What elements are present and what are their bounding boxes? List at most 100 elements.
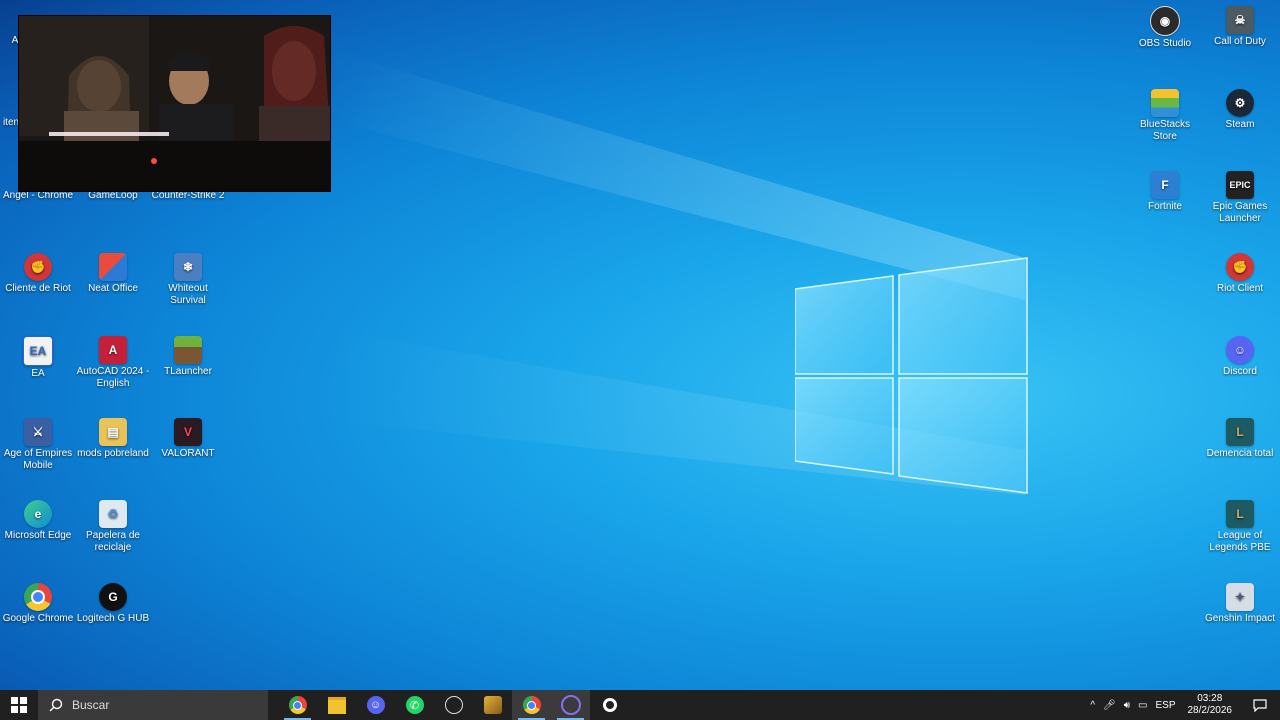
start-button[interactable]	[0, 690, 38, 720]
desktop-icon-label: Demencia total	[1206, 448, 1274, 459]
file-explorer-icon	[327, 696, 346, 714]
desktop-icon-microsoft-edge[interactable]: e Microsoft Edge	[1, 500, 75, 542]
search-placeholder: Buscar	[72, 698, 110, 712]
chrome-icon	[288, 696, 307, 714]
desktop-icon-label: Riot Client	[1216, 283, 1264, 294]
windows-icon	[11, 697, 27, 713]
desktop-icon-recycle-bin[interactable]: ♻ Papelera de reciclaje	[76, 500, 150, 554]
autocad-icon: A	[99, 336, 127, 364]
desktop-icon-label: TLauncher	[164, 366, 212, 377]
folder-icon: ▤	[99, 418, 127, 446]
chevron-up-icon[interactable]: ^	[1086, 700, 1099, 711]
desktop-icon-ea[interactable]: EA EA	[1, 336, 75, 380]
desktop-icon-age-of-empires[interactable]: ⚔ Age of Empires Mobile	[1, 418, 75, 472]
desktop-icon-genshin[interactable]: ✦ Genshin Impact	[1203, 583, 1277, 625]
desktop-icon-label: Papelera de reciclaje	[86, 530, 140, 553]
discord-icon: ☺	[1226, 336, 1254, 364]
whatsapp-icon: ✆	[405, 696, 424, 714]
taskbar-app-media[interactable]	[551, 690, 590, 720]
desktop-icon-label: Age of Empires Mobile	[3, 448, 73, 471]
desktop-icon-label: AutoCAD 2024 - English	[76, 366, 150, 389]
desktop-icon-epic-games[interactable]: EPIC Epic Games Launcher	[1203, 171, 1277, 225]
network-icon[interactable]: ▭	[1134, 700, 1151, 711]
webcam-image	[19, 16, 330, 191]
desktop-icon-league-pbe[interactable]: L League of Legends PBE	[1203, 500, 1277, 554]
desktop-icon-label: OBS Studio	[1138, 38, 1192, 49]
media-icon	[560, 695, 581, 715]
taskbar-app-file-explorer[interactable]	[317, 690, 356, 720]
desktop-icon-neat-office[interactable]: Neat Office	[76, 253, 150, 295]
desktop-icon-label: Call of Duty	[1214, 36, 1266, 47]
desktop-icon-label: Steam	[1225, 119, 1255, 130]
taskbar-search[interactable]: Buscar	[38, 690, 268, 720]
riot-icon: ✊	[24, 253, 52, 281]
desktop-icon-label: mods pobreland	[77, 448, 149, 459]
riot-icon: ✊	[1226, 253, 1254, 281]
desktop-icon-autocad[interactable]: A AutoCAD 2024 - English	[76, 336, 150, 390]
desktop-icon-label: Genshin Impact	[1204, 613, 1276, 624]
desktop-icon-logitech[interactable]: G Logitech G HUB	[76, 583, 150, 625]
windows-wallpaper-logo	[795, 257, 1028, 494]
desktop-icon-mods-pobreland[interactable]: ▤ mods pobreland	[76, 418, 150, 460]
desktop-icon-label: Fortnite	[1148, 201, 1182, 212]
steelseries-icon	[602, 698, 617, 712]
ea-icon: EA	[23, 336, 53, 366]
desktop-icon-steam[interactable]: ⚙ Steam	[1203, 89, 1277, 131]
chrome-icon	[522, 696, 541, 714]
desktop-icon-label: Logitech G HUB	[76, 613, 150, 624]
notification-center-button[interactable]	[1240, 698, 1280, 712]
taskbar-app-game[interactable]	[473, 690, 512, 720]
discord-icon: ☺	[366, 696, 385, 714]
taskbar-app-steelseries[interactable]	[590, 690, 629, 720]
bluestacks-icon	[1151, 89, 1179, 117]
desktop-icon-obs[interactable]: ◉ OBS Studio	[1128, 6, 1202, 50]
taskbar-app-discord[interactable]: ☺	[356, 690, 395, 720]
webcam-overlay	[18, 15, 331, 192]
obs-icon: ◉	[1150, 6, 1180, 36]
logitech-icon: G	[99, 583, 127, 611]
epic-icon: EPIC	[1226, 171, 1254, 199]
desktop-icon-fortnite[interactable]: F Fortnite	[1128, 171, 1202, 213]
league-icon: L	[1226, 500, 1254, 528]
system-tray: ^ 🎤︎ 🔊︎ ▭ ESP 03:28 28/2/2026	[1086, 690, 1280, 720]
clock[interactable]: 03:28 28/2/2026	[1180, 693, 1241, 717]
desktop-icon-demencia-total[interactable]: L Demencia total	[1203, 418, 1277, 460]
desktop-icon-discord[interactable]: ☺ Discord	[1203, 336, 1277, 378]
desktop-icon-label: BlueStacks Store	[1139, 119, 1191, 142]
whiteout-icon: ❄	[174, 253, 202, 281]
valorant-icon: V	[174, 418, 202, 446]
desktop-icon-tlauncher[interactable]: TLauncher	[151, 336, 225, 378]
desktop-icon-label: League of Legends PBE	[1209, 530, 1271, 553]
game-icon	[483, 696, 502, 714]
genshin-icon: ✦	[1226, 583, 1254, 611]
taskbar-app-chrome-open[interactable]	[512, 690, 551, 720]
volume-icon[interactable]: 🔊︎	[1120, 700, 1134, 711]
clock-date: 28/2/2026	[1187, 705, 1233, 716]
obs-icon	[444, 696, 463, 714]
steam-icon: ⚙	[1226, 89, 1254, 117]
language-indicator[interactable]: ESP	[1151, 700, 1179, 711]
fortnite-icon: F	[1151, 171, 1179, 199]
desktop-icon-whiteout[interactable]: ❄ Whiteout Survival	[151, 253, 225, 307]
desktop-icon-label: Discord	[1223, 366, 1257, 377]
neat-office-icon	[99, 253, 127, 281]
aoe-icon: ⚔	[24, 418, 52, 446]
desktop-icon-call-of-duty[interactable]: ☠ Call of Duty	[1203, 6, 1277, 48]
taskbar-app-chrome[interactable]	[278, 690, 317, 720]
league-icon: L	[1226, 418, 1254, 446]
desktop-icon-cliente-riot[interactable]: ✊ Cliente de Riot	[1, 253, 75, 295]
desktop-icon-valorant[interactable]: V VALORANT	[151, 418, 225, 460]
notification-icon	[1253, 698, 1267, 712]
desktop-icon-riot-client[interactable]: ✊ Riot Client	[1203, 253, 1277, 295]
tlauncher-icon	[174, 336, 202, 364]
taskbar-app-obs[interactable]	[434, 690, 473, 720]
taskbar: Buscar ☺ ✆ ^ 🎤︎ 🔊︎ ▭ ESP 03:28 28/2/2026	[0, 690, 1280, 720]
desktop-icon-bluestacks[interactable]: BlueStacks Store	[1128, 89, 1202, 143]
desktop-icon-label: Microsoft Edge	[4, 530, 72, 541]
clock-time: 03:28	[1197, 693, 1223, 704]
microphone-icon[interactable]: 🎤︎	[1099, 700, 1120, 711]
desktop-icon-google-chrome[interactable]: Google Chrome	[1, 583, 75, 625]
taskbar-app-whatsapp[interactable]: ✆	[395, 690, 434, 720]
desktop-icon-label: EA	[31, 368, 45, 379]
desktop-icon-label: Google Chrome	[2, 613, 74, 624]
